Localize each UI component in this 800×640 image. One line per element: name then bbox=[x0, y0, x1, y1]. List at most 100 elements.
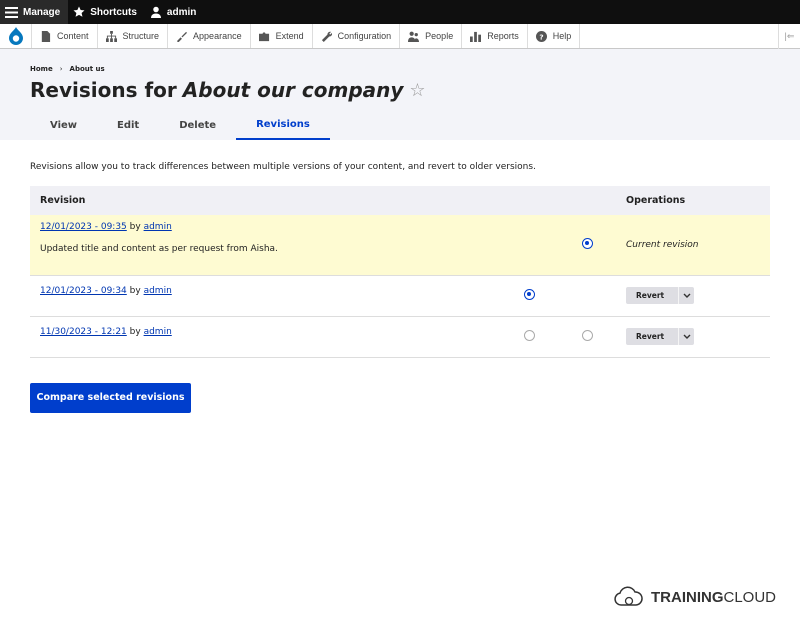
revision-date-link[interactable]: 11/30/2023 - 12:21 bbox=[40, 327, 127, 337]
drupal-logo[interactable] bbox=[0, 24, 32, 48]
revision-date-link[interactable]: 12/01/2023 - 09:34 bbox=[40, 286, 127, 296]
admin-toolbar: Manage Shortcuts admin bbox=[0, 0, 800, 24]
wrench-icon bbox=[321, 31, 332, 42]
brand-rest: CLOUD bbox=[723, 588, 777, 606]
tab-view[interactable]: View bbox=[30, 118, 97, 140]
shortcuts-toolbar-item[interactable]: Shortcuts bbox=[68, 0, 145, 24]
revision-cell: 12/01/2023 - 09:35 by admin Updated titl… bbox=[30, 215, 500, 276]
radio-cell-b bbox=[558, 215, 616, 276]
current-revision-label: Current revision bbox=[626, 239, 699, 250]
tab-delete[interactable]: Delete bbox=[159, 118, 236, 140]
revision-cell: 12/01/2023 - 09:34 by admin bbox=[30, 275, 500, 317]
tray-item-content[interactable]: Content bbox=[32, 24, 98, 48]
tray-item-help[interactable]: ? Help bbox=[528, 24, 581, 48]
breadcrumb-home[interactable]: Home bbox=[30, 65, 53, 73]
tab-edit[interactable]: Edit bbox=[97, 118, 159, 140]
collapse-arrow-icon: |⇐ bbox=[784, 31, 795, 41]
column-header-operations: Operations bbox=[616, 186, 770, 215]
table-row: 12/01/2023 - 09:34 by admin Revert bbox=[30, 275, 770, 317]
tray-item-label: Configuration bbox=[337, 31, 392, 41]
drupal-drop-icon bbox=[8, 27, 23, 45]
chevron-down-icon bbox=[683, 293, 691, 298]
admin-tray: Content Structure Appearance Extend Conf… bbox=[0, 24, 800, 49]
operations-cell: Revert bbox=[616, 275, 770, 317]
column-header-radio-b bbox=[558, 186, 616, 215]
radio-cell-a bbox=[500, 215, 558, 276]
compare-radio-left[interactable] bbox=[523, 329, 535, 341]
by-label: by bbox=[129, 285, 141, 296]
chevron-down-icon bbox=[683, 334, 691, 339]
breadcrumb-separator: › bbox=[59, 65, 63, 73]
shortcut-star-icon[interactable]: ☆ bbox=[409, 80, 425, 101]
compare-radio-right[interactable] bbox=[581, 237, 593, 249]
tab-revisions[interactable]: Revisions bbox=[236, 118, 330, 140]
dropbutton-toggle[interactable] bbox=[678, 328, 694, 345]
trainingcloud-logo: TRAININGCLOUD bbox=[613, 585, 776, 609]
main-content: Revisions allow you to track differences… bbox=[0, 140, 800, 413]
revision-author-link[interactable]: admin bbox=[144, 286, 172, 296]
brand-wordmark: TRAININGCLOUD bbox=[651, 589, 776, 606]
page-title-prefix: Revisions for bbox=[30, 78, 177, 102]
tray-item-configuration[interactable]: Configuration bbox=[313, 24, 401, 48]
cloud-icon bbox=[614, 586, 643, 606]
user-icon bbox=[150, 6, 161, 18]
tray-item-label: People bbox=[425, 31, 454, 41]
user-toolbar-item[interactable]: admin bbox=[145, 0, 204, 24]
sitemap-icon bbox=[105, 30, 117, 42]
operations-cell: Revert bbox=[616, 316, 770, 358]
compare-radio-left[interactable] bbox=[523, 288, 535, 300]
shortcuts-label: Shortcuts bbox=[90, 6, 137, 18]
radio-cell-b bbox=[558, 316, 616, 358]
bar-chart-icon bbox=[470, 31, 482, 42]
revision-cell: 11/30/2023 - 12:21 by admin bbox=[30, 316, 500, 358]
radio-cell-a bbox=[500, 316, 558, 358]
table-header-row: Revision Operations bbox=[30, 186, 770, 215]
brand-bold: TRAINING bbox=[651, 588, 724, 606]
revision-author-link[interactable]: admin bbox=[144, 222, 172, 232]
tray-item-label: Reports bbox=[487, 31, 519, 41]
tray-item-label: Content bbox=[57, 31, 89, 41]
radio-cell-a bbox=[500, 275, 558, 317]
table-row: 12/01/2023 - 09:35 by admin Updated titl… bbox=[30, 215, 770, 276]
puzzle-icon bbox=[258, 31, 269, 41]
tray-orientation-toggle[interactable]: |⇐ bbox=[778, 24, 800, 49]
hamburger-icon bbox=[5, 6, 18, 18]
revision-date-link[interactable]: 12/01/2023 - 09:35 bbox=[40, 222, 127, 232]
manage-toolbar-item[interactable]: Manage bbox=[0, 0, 69, 24]
star-icon bbox=[73, 6, 85, 17]
compare-radio-right[interactable] bbox=[581, 329, 593, 341]
page-title: Revisions for About our company ☆ bbox=[30, 78, 770, 102]
revisions-table: Revision Operations 12/01/2023 - 09:35 b… bbox=[30, 186, 770, 358]
revision-author-link[interactable]: admin bbox=[144, 327, 172, 337]
dropbutton-toggle[interactable] bbox=[678, 287, 694, 304]
by-label: by bbox=[129, 222, 141, 232]
tray-item-extend[interactable]: Extend bbox=[251, 24, 313, 48]
intro-text: Revisions allow you to track differences… bbox=[30, 162, 536, 172]
revision-log-message: Updated title and content as per request… bbox=[40, 244, 278, 254]
brush-icon bbox=[176, 31, 188, 42]
user-label: admin bbox=[166, 6, 197, 18]
tray-item-structure[interactable]: Structure bbox=[98, 24, 169, 48]
column-header-revision: Revision bbox=[30, 186, 500, 215]
by-label: by bbox=[129, 326, 141, 337]
tray-item-reports[interactable]: Reports bbox=[462, 24, 528, 48]
svg-text:?: ? bbox=[539, 32, 543, 41]
primary-tabs: View Edit Delete Revisions bbox=[30, 118, 330, 140]
compare-revisions-button[interactable]: Compare selected revisions bbox=[30, 382, 191, 413]
revert-dropbutton: Revert bbox=[626, 328, 695, 345]
tray-item-label: Extend bbox=[275, 31, 304, 41]
page-title-node: About our company bbox=[182, 78, 404, 102]
tray-item-appearance[interactable]: Appearance bbox=[168, 24, 251, 48]
revert-button[interactable]: Revert bbox=[626, 328, 678, 345]
table-row: 11/30/2023 - 12:21 by admin Revert bbox=[30, 316, 770, 358]
revert-button[interactable]: Revert bbox=[626, 287, 678, 304]
page-header: Home › About us Revisions for About our … bbox=[0, 49, 800, 140]
document-icon bbox=[41, 30, 51, 42]
operations-cell: Current revision bbox=[616, 215, 770, 276]
tray-item-people[interactable]: People bbox=[400, 24, 463, 48]
breadcrumb-about-us[interactable]: About us bbox=[70, 65, 105, 73]
column-header-radio-a bbox=[500, 186, 558, 215]
tray-item-label: Appearance bbox=[193, 31, 242, 41]
manage-label: Manage bbox=[23, 6, 61, 18]
radio-cell-b bbox=[558, 275, 616, 317]
